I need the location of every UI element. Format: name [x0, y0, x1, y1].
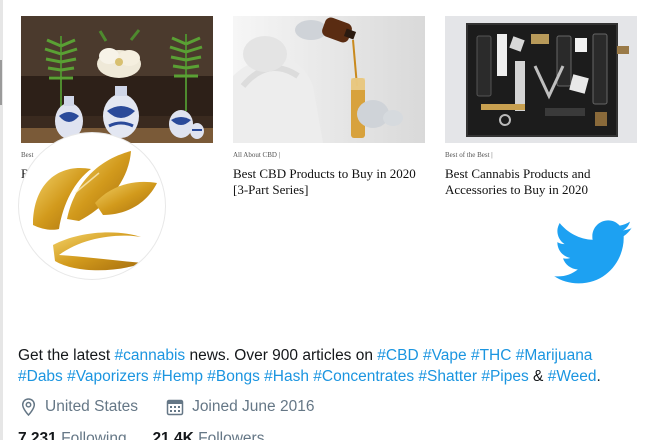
bio-text: & [528, 368, 548, 385]
hashtag-link[interactable]: #Shatter [418, 368, 477, 385]
hashtag-link[interactable]: #THC [471, 347, 511, 364]
followers-label: Followers [198, 430, 265, 440]
profile-meta: United States Joined June 2016 [20, 398, 342, 416]
gold-leaf-logo-icon [33, 151, 157, 271]
joined-text: Joined June 2016 [192, 398, 315, 415]
article-headline[interactable]: Best CBD Products to Buy in 2020 [3-Part… [233, 166, 425, 198]
hashtag-link[interactable]: #Bongs [207, 368, 260, 385]
article-headline[interactable]: Best Cannabis Products and Accessories t… [445, 166, 637, 198]
article-card-cannabis-accessories[interactable]: Best of the Best | Best Cannabis Product… [445, 16, 637, 198]
hashtag-link[interactable]: #CBD [377, 347, 418, 364]
hashtag-link[interactable]: #Hash [264, 368, 309, 385]
bio-text: news. Over 900 articles on [185, 347, 378, 364]
following-link[interactable]: 7,231 Following [18, 430, 127, 440]
hashtag-link[interactable]: #Weed [548, 368, 597, 385]
calendar-icon [166, 399, 184, 416]
hashtag-link[interactable]: #Vape [423, 347, 467, 364]
profile-location: United States [20, 398, 138, 416]
hashtag-link[interactable]: #cannabis [115, 347, 186, 364]
profile-bio: Get the latest #cannabis news. Over 900 … [18, 345, 648, 387]
followers-count: 21.4K [152, 430, 194, 440]
article-card-cbd-products[interactable]: All About CBD | Best CBD Products to Buy… [233, 16, 425, 198]
profile-avatar[interactable] [18, 132, 166, 280]
bio-text: Get the latest [18, 347, 115, 364]
hashtag-link[interactable]: #Vaporizers [67, 368, 149, 385]
article-category[interactable]: Best of the Best | [445, 151, 637, 160]
frame-edge-marker [0, 60, 2, 105]
twitter-bird-icon [554, 220, 634, 286]
bio-text: . [596, 368, 601, 385]
following-count: 7,231 [18, 430, 57, 440]
article-category[interactable]: All About CBD | [233, 151, 425, 160]
article-thumbnail-cbd-lab[interactable] [233, 16, 425, 143]
article-thumbnail-vases[interactable] [21, 16, 213, 143]
hashtag-link[interactable]: #Dabs [18, 368, 63, 385]
article-thumbnail-accessory-kit[interactable] [445, 16, 637, 143]
location-text: United States [45, 398, 139, 415]
followers-link[interactable]: 21.4K Followers [152, 430, 264, 440]
hashtag-link[interactable]: #Concentrates [313, 368, 414, 385]
hashtag-link[interactable]: #Marijuana [516, 347, 593, 364]
hashtag-link[interactable]: #Hemp [153, 368, 203, 385]
hashtag-link[interactable]: #Pipes [481, 368, 528, 385]
location-pin-icon [21, 398, 36, 416]
profile-counts: 7,231 Following 21.4K Followers [18, 430, 264, 440]
profile-joined-date: Joined June 2016 [166, 398, 314, 416]
following-label: Following [61, 430, 127, 440]
